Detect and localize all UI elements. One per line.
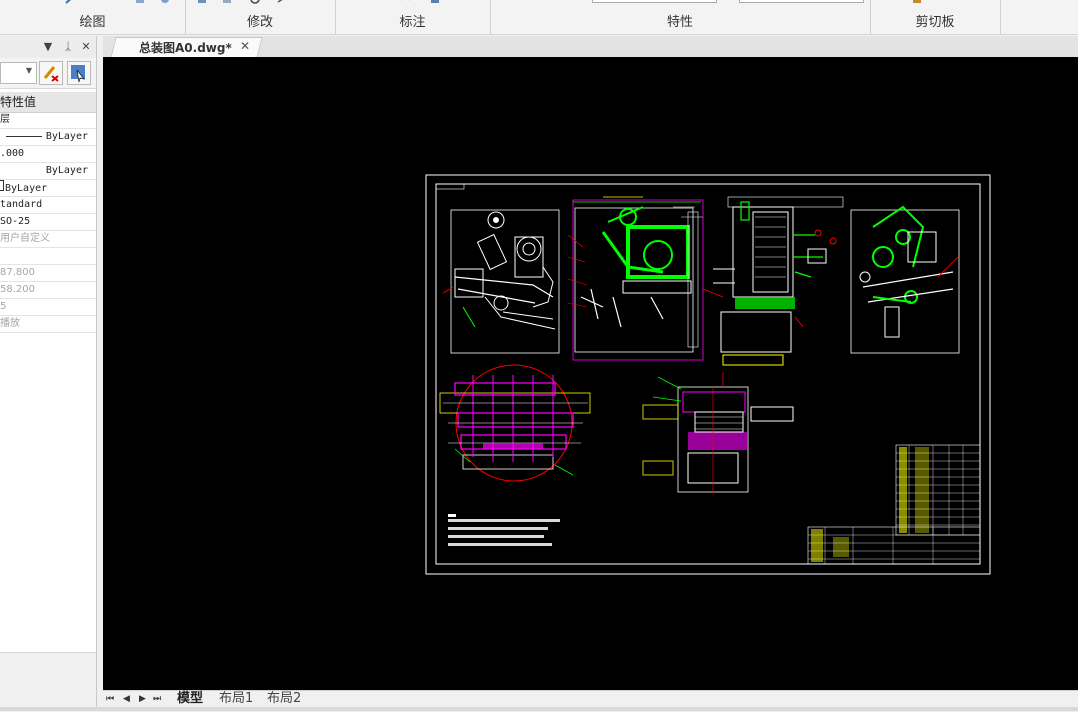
pin-icon[interactable]: ᛣ <box>62 40 74 53</box>
property-value: 87.800 <box>0 267 35 278</box>
property-value-header: 特性值 <box>0 92 96 113</box>
title-block <box>807 526 981 565</box>
tab-model[interactable]: 模型 <box>177 691 203 707</box>
ribbon-group-label: 标注 <box>399 15 426 30</box>
select-objects-icon <box>71 65 86 83</box>
ribbon-group-label: 修改 <box>246 15 273 30</box>
property-row-layer[interactable]: 层 <box>0 112 96 129</box>
side-view-left <box>442 209 560 354</box>
property-row-height[interactable]: 5 <box>0 299 96 316</box>
property-value: ByLayer <box>45 165 88 176</box>
property-value: 5 <box>0 301 7 312</box>
dropdown-icon[interactable]: ▼ <box>42 40 54 53</box>
chevron-down-icon[interactable]: ▼ <box>26 66 32 75</box>
drawing-canvas[interactable] <box>103 57 1078 690</box>
property-value: 58.200 <box>0 284 35 295</box>
cad-drawing[interactable] <box>103 57 1078 690</box>
status-bar <box>0 707 1078 711</box>
ribbon-group-label: 剪切板 <box>915 15 955 30</box>
drawing-code-box <box>435 183 465 190</box>
property-list: 层 ByLayer .000 ByLayer ByLayer tandard S… <box>0 112 96 333</box>
property-value: SO-25 <box>0 216 31 227</box>
parts-list-table <box>895 444 981 536</box>
tab-layout2[interactable]: 布局2 <box>267 691 301 707</box>
close-icon[interactable]: ✕ <box>80 40 92 53</box>
property-value: 播放 <box>0 318 20 329</box>
arrow-dim-icon[interactable] <box>400 0 410 4</box>
next-layout-button[interactable]: ▶ <box>139 694 146 704</box>
select-objects-button[interactable] <box>67 61 91 85</box>
object-type-select[interactable]: ▼ <box>0 62 37 84</box>
property-value: .000 <box>0 148 25 159</box>
ribbon-group-clipboard[interactable]: 剪切板 <box>870 0 1001 34</box>
rotate-tool-icon[interactable] <box>250 0 260 4</box>
property-row-center-y[interactable]: 58.200 <box>0 282 96 299</box>
quick-select-button[interactable] <box>39 61 63 85</box>
property-row-plotstyle[interactable]: ByLayer <box>0 180 96 197</box>
front-view-mechanism <box>567 196 704 361</box>
quick-select-icon <box>43 66 59 82</box>
section-view-frame <box>702 196 844 366</box>
tab-layout1[interactable]: 布局1 <box>219 691 253 707</box>
property-value: 用户自定义 <box>0 233 50 244</box>
linetype-swatch <box>5 135 42 137</box>
panel-footer <box>0 652 96 712</box>
panel-toolbar: ▼ <box>0 58 96 89</box>
first-layout-button[interactable]: ⏮ <box>106 694 114 704</box>
ribbon-group-label: 特性 <box>666 15 693 30</box>
property-row-dimstyle[interactable]: SO-25 <box>0 214 96 231</box>
property-value: tandard <box>0 199 43 210</box>
trim-tool-icon[interactable] <box>277 0 287 4</box>
ribbon: 绘图 修改 标注 特性 剪切板 <box>0 0 1078 35</box>
property-value: ByLayer <box>45 131 88 142</box>
paste-icon[interactable] <box>912 0 922 4</box>
last-layout-button[interactable]: ⏭ <box>153 694 161 704</box>
panel-header: ▼ ᛣ ✕ <box>0 36 96 58</box>
draw-tool-icon[interactable] <box>65 0 75 4</box>
gearbox-section-view <box>439 364 591 482</box>
shape-tool-icon[interactable] <box>135 0 145 4</box>
leader-icon[interactable] <box>430 0 440 4</box>
ribbon-group-draw[interactable]: 绘图 <box>0 0 186 34</box>
property-value: 层 <box>0 114 10 125</box>
copy-tool-icon[interactable] <box>222 0 232 4</box>
color-swatch <box>0 180 4 191</box>
property-value: ByLayer <box>5 183 48 194</box>
document-tab-title[interactable]: 总装图A0.dwg* <box>139 39 232 56</box>
properties-panel: ▼ ᛣ ✕ ▼ 特性值 层 ByLayer .000 ByLayer ByLay… <box>0 36 97 712</box>
document-tab-bar: 总装图A0.dwg* ✕ <box>103 36 1078 58</box>
linear-dim-icon[interactable] <box>357 0 367 4</box>
hatch-tool-icon[interactable] <box>160 0 170 4</box>
property-row-ltscale[interactable]: .000 <box>0 146 96 163</box>
property-row-ucs[interactable]: 用户自定义 <box>0 231 96 248</box>
property-row-linetype[interactable]: ByLayer <box>0 129 96 146</box>
ribbon-group-dimension[interactable]: 标注 <box>335 0 491 34</box>
slide-section-view <box>642 372 794 493</box>
prev-layout-button[interactable]: ◀ <box>123 694 130 704</box>
layout-tab-bar: ⏮ ◀ ▶ ⏭ 模型 布局1 布局2 <box>103 690 1078 708</box>
move-tool-icon[interactable] <box>197 0 207 4</box>
technical-notes <box>448 514 560 546</box>
ribbon-group-properties[interactable]: 特性 <box>490 0 871 34</box>
property-row-center-x[interactable]: 87.800 <box>0 265 96 282</box>
property-row-scale[interactable]: 播放 <box>0 316 96 333</box>
lineweight-dropdown[interactable] <box>739 0 864 3</box>
property-row-lineweight[interactable]: ByLayer <box>0 163 96 180</box>
close-icon[interactable]: ✕ <box>240 39 250 53</box>
ribbon-group-label: 绘图 <box>79 15 106 30</box>
ribbon-group-modify[interactable]: 修改 <box>185 0 336 34</box>
property-row-textstyle[interactable]: tandard <box>0 197 96 214</box>
linetype-dropdown[interactable] <box>592 0 717 3</box>
side-view-right <box>850 205 960 354</box>
property-row-empty[interactable] <box>0 248 96 265</box>
match-prop-icon[interactable] <box>520 0 530 4</box>
